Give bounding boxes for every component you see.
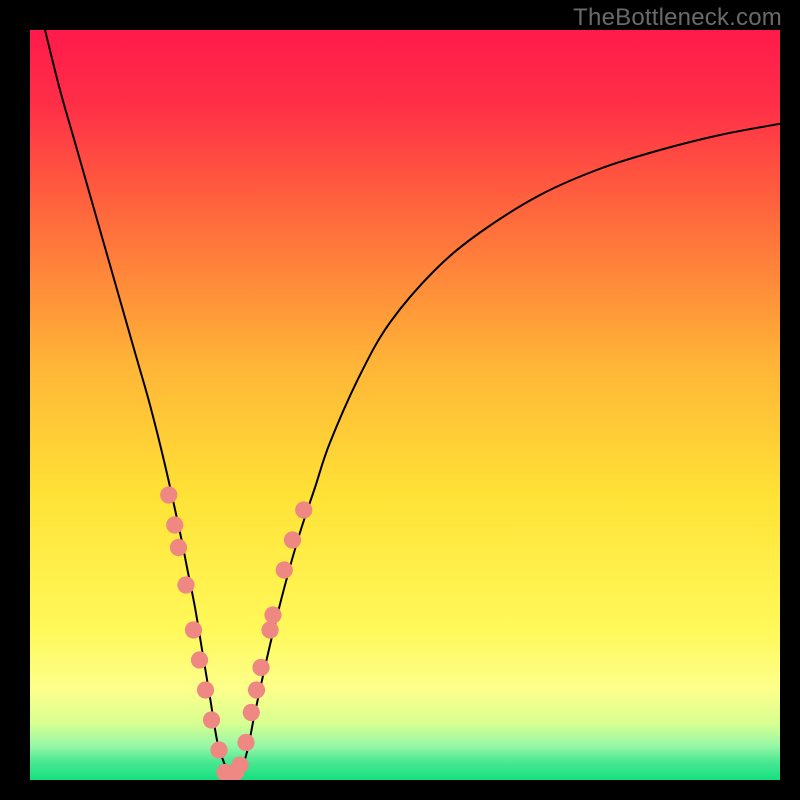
highlight-dot: [203, 711, 220, 728]
highlight-dot: [166, 516, 183, 533]
highlight-dot: [185, 621, 202, 638]
highlight-dot: [261, 621, 278, 638]
chart-svg: [30, 30, 780, 780]
highlight-dot: [243, 704, 260, 721]
outer-frame: TheBottleneck.com: [0, 0, 800, 800]
highlight-dot: [160, 486, 177, 503]
highlight-dot: [237, 734, 254, 751]
highlight-dot: [295, 501, 312, 518]
highlight-dot: [264, 606, 281, 623]
highlight-dot: [248, 681, 265, 698]
highlight-dots-group: [160, 486, 312, 780]
highlight-dot: [197, 681, 214, 698]
highlight-dot: [191, 651, 208, 668]
bottleneck-curve: [45, 30, 780, 780]
highlight-dot: [231, 756, 248, 773]
highlight-dot: [276, 561, 293, 578]
plot-area: [30, 30, 780, 780]
highlight-dot: [252, 659, 269, 676]
highlight-dot: [284, 531, 301, 548]
highlight-dot: [210, 741, 227, 758]
highlight-dot: [177, 576, 194, 593]
watermark-text: TheBottleneck.com: [573, 4, 782, 32]
highlight-dot: [170, 539, 187, 556]
